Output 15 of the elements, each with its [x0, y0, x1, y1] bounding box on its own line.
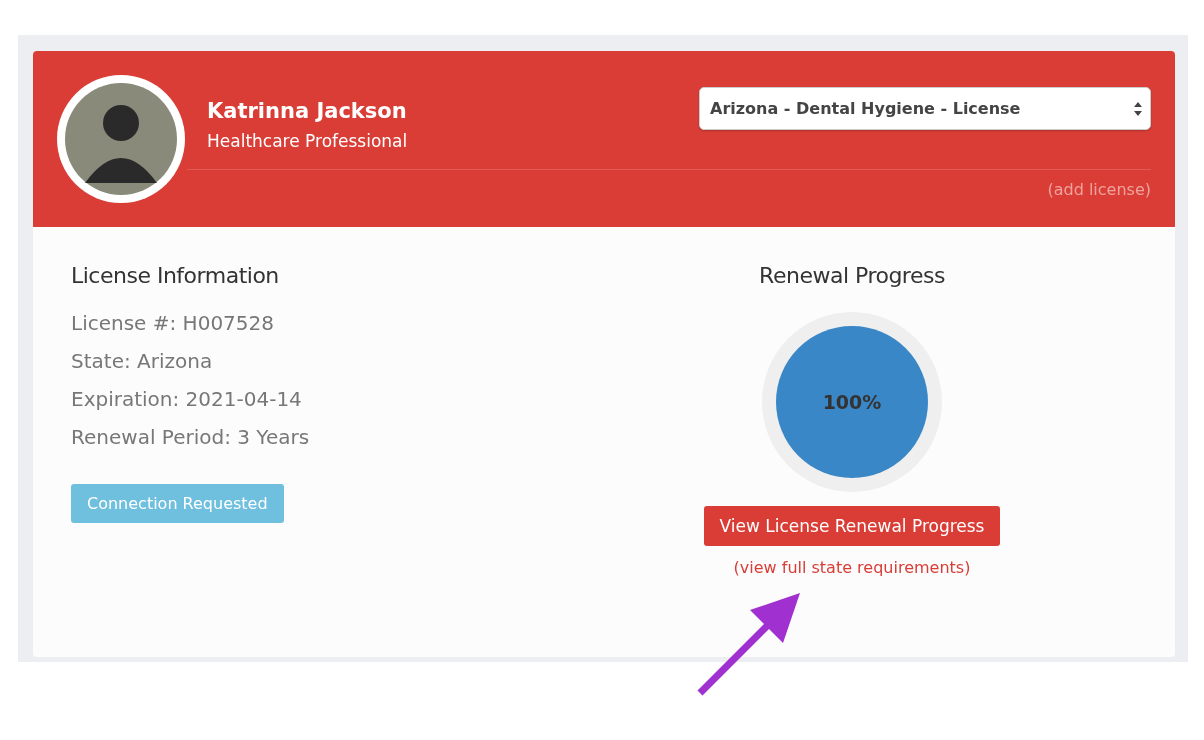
user-role: Healthcare Professional	[207, 131, 408, 151]
section-title: License Information	[71, 263, 279, 288]
state-requirements-link[interactable]: (view full state requirements)	[733, 558, 971, 577]
license-select[interactable]: Arizona - Dental Hygiene - License	[699, 87, 1151, 130]
person-silhouette-icon	[65, 83, 177, 195]
license-detail: License #: H007528	[71, 310, 274, 337]
section-title: Renewal Progress	[759, 263, 945, 288]
view-progress-button[interactable]: View License Renewal Progress	[703, 506, 1001, 546]
license-detail: Renewal Period: 3 Years	[71, 424, 310, 451]
add-license-link[interactable]: (add license)	[1047, 180, 1151, 199]
user-name: Katrinna Jackson	[207, 99, 408, 123]
sort-arrows-icon	[1134, 101, 1142, 116]
license-detail: State: Arizona	[71, 348, 213, 375]
license-detail: Expiration: 2021-04-14	[71, 386, 302, 413]
progress-reading: 100%	[822, 391, 882, 413]
